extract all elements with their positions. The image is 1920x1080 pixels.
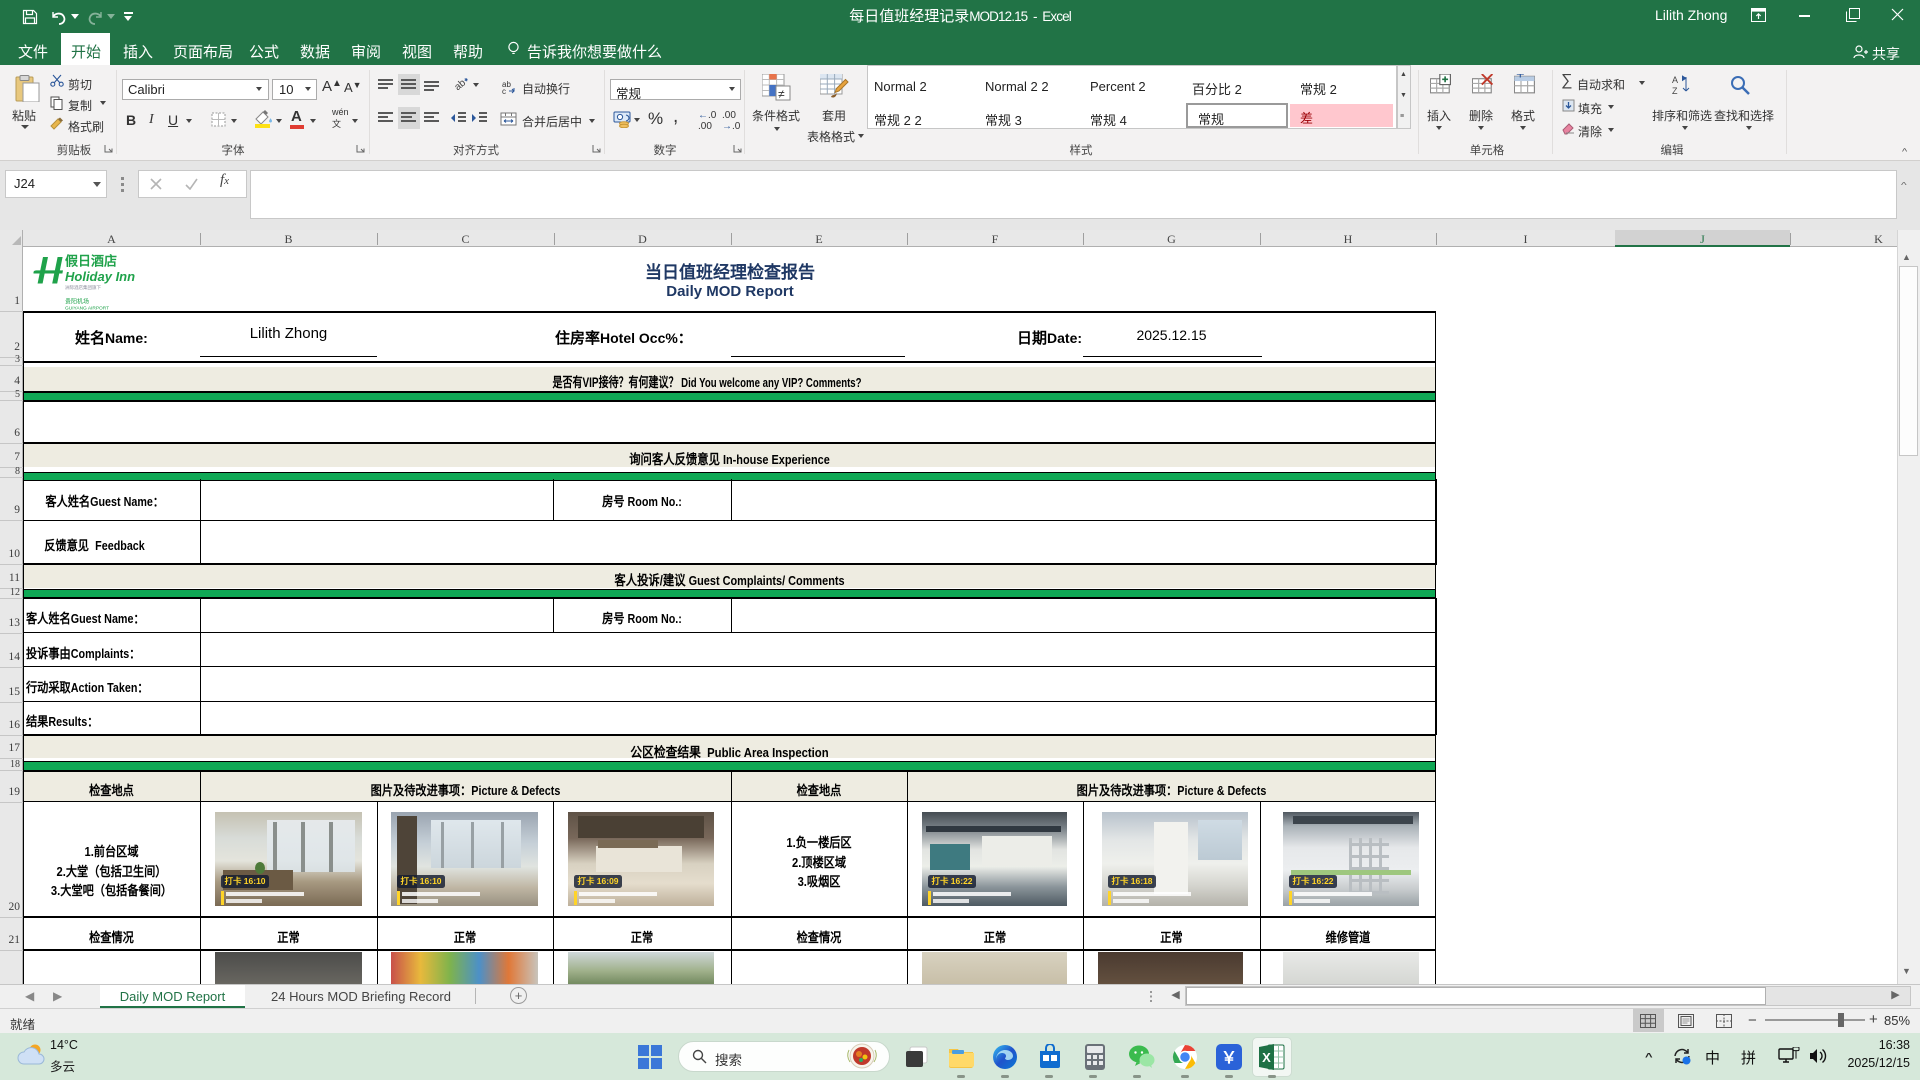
svg-text:￥: ￥ [1221,1044,1237,1068]
svg-text:洲际酒店集团旗下: 洲际酒店集团旗下 [65,284,101,291]
svg-text:假日酒店: 假日酒店 [65,252,117,270]
svg-text:c: c [502,87,506,95]
svg-text:A: A [1672,75,1678,85]
svg-text:Holiday Inn: Holiday Inn [65,269,135,284]
svg-text:≠: ≠ [778,87,785,101]
svg-text:X: X [1262,1050,1271,1065]
svg-text:Z: Z [1672,86,1678,96]
svg-text:贵阳机场: 贵阳机场 [65,297,89,306]
